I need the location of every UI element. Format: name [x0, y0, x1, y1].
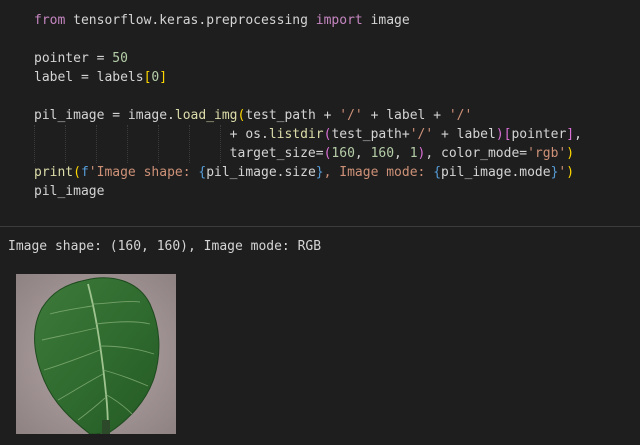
code-line: pointer = 50: [34, 49, 582, 68]
code-token: listdir: [268, 127, 324, 142]
code-token: 'rgb': [527, 146, 567, 161]
code-token: '/': [448, 108, 473, 123]
code-token: tensorflow.keras.preprocessing: [65, 13, 316, 28]
code-line: print(f'Image shape: { pil_image.size}, I…: [34, 163, 582, 182]
code-line: pil_image = image.load_img(test_path + '…: [34, 106, 582, 125]
code-token: test_path+: [331, 127, 410, 142]
code-token: pointer =: [34, 51, 113, 66]
code-cell[interactable]: from tensorflow.keras.preprocessing impo…: [0, 0, 640, 226]
code-token: print: [34, 165, 74, 180]
leaf-image: [16, 274, 176, 434]
code-token: ): [495, 127, 504, 142]
code-token: load_img: [174, 108, 238, 123]
code-token: test_path +: [245, 108, 340, 123]
code-token: ,: [574, 127, 582, 142]
code-token: 160: [370, 146, 395, 161]
code-token: , color_mode=: [425, 146, 528, 161]
code-token: f: [80, 165, 89, 180]
code-line: pil_image: [34, 182, 582, 201]
cell-output: Image shape: (160, 160), Image mode: RGB: [0, 227, 640, 445]
output-text: Image shape: (160, 160), Image mode: RGB: [8, 239, 322, 254]
code-line: from tensorflow.keras.preprocessing impo…: [34, 11, 582, 30]
code-token: '/': [339, 108, 363, 123]
code-token: {: [433, 165, 442, 180]
code-token: label = labels: [34, 70, 144, 85]
code-token: pointer: [511, 127, 567, 142]
code-token: + os.: [34, 127, 269, 142]
code-token: target_size=: [34, 146, 324, 161]
code-token: ,: [394, 146, 410, 161]
code-line: + os.listdir(test_path+'/' + label)[poin…: [34, 125, 582, 144]
code-token: pil_image: [34, 184, 105, 199]
code-line: target_size=(160, 160, 1), color_mode='r…: [34, 144, 582, 163]
code-token: 1: [409, 146, 418, 161]
code-editor[interactable]: from tensorflow.keras.preprocessing impo…: [34, 11, 582, 201]
code-token: , Image mode:: [323, 165, 434, 180]
code-token: pil_image = image.: [34, 108, 175, 123]
code-token: 50: [112, 51, 128, 66]
code-token: ,: [354, 146, 371, 161]
code-token: + label: [433, 127, 496, 142]
code-token: ]: [159, 70, 168, 85]
code-token: pil_image.mode: [441, 165, 551, 180]
code-token: 'Image shape:: [88, 165, 199, 180]
code-token: ): [566, 165, 575, 180]
code-token: 160: [331, 146, 355, 161]
code-token: }: [315, 165, 324, 180]
code-token: ]: [566, 127, 575, 142]
code-token: import: [315, 13, 363, 28]
code-token: pil_image.size: [206, 165, 316, 180]
code-line: label = labels[0]: [34, 68, 582, 87]
code-token: ): [566, 146, 575, 161]
code-token: image: [362, 13, 410, 28]
code-token: (: [73, 165, 81, 180]
code-token: from: [34, 13, 66, 28]
code-token: '/': [409, 127, 434, 142]
code-token: + label +: [362, 108, 449, 123]
